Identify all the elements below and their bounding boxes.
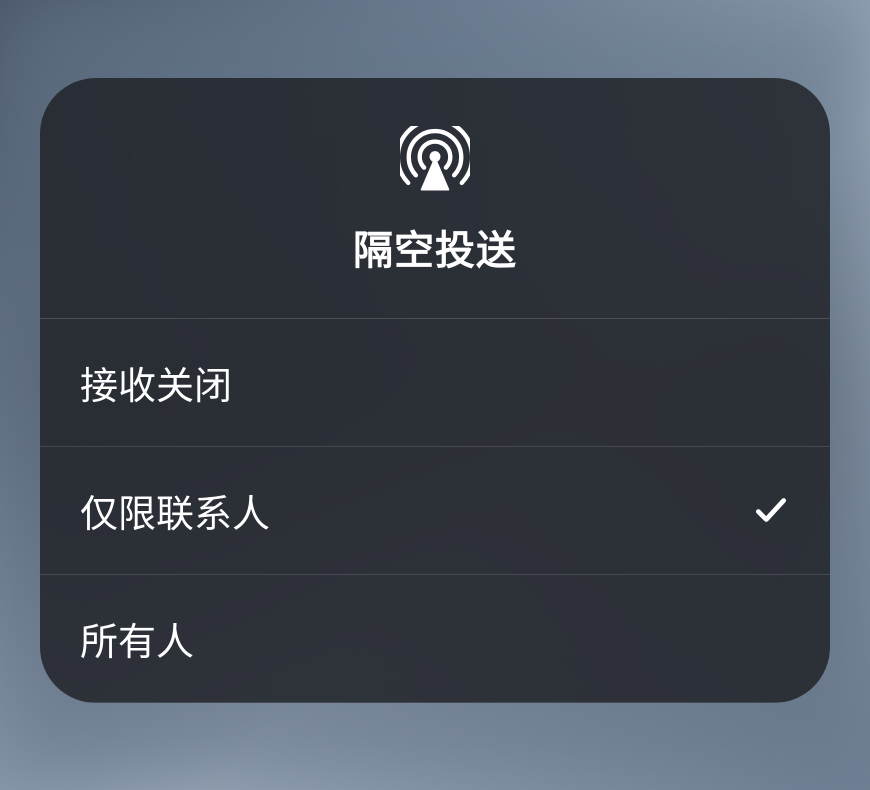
option-receiving-off[interactable]: 接收关闭: [40, 319, 830, 447]
panel-title: 隔空投送: [353, 218, 517, 276]
airdrop-panel: 隔空投送 接收关闭 仅限联系人 所有人: [40, 78, 830, 703]
checkmark-icon: [752, 491, 790, 529]
airdrop-icon: [400, 126, 470, 196]
options-list: 接收关闭 仅限联系人 所有人: [40, 319, 830, 703]
option-label: 所有人: [80, 611, 194, 666]
option-contacts-only[interactable]: 仅限联系人: [40, 447, 830, 575]
option-label: 仅限联系人: [80, 483, 270, 538]
option-label: 接收关闭: [80, 355, 232, 410]
option-everyone[interactable]: 所有人: [40, 575, 830, 703]
panel-header: 隔空投送: [40, 78, 830, 319]
